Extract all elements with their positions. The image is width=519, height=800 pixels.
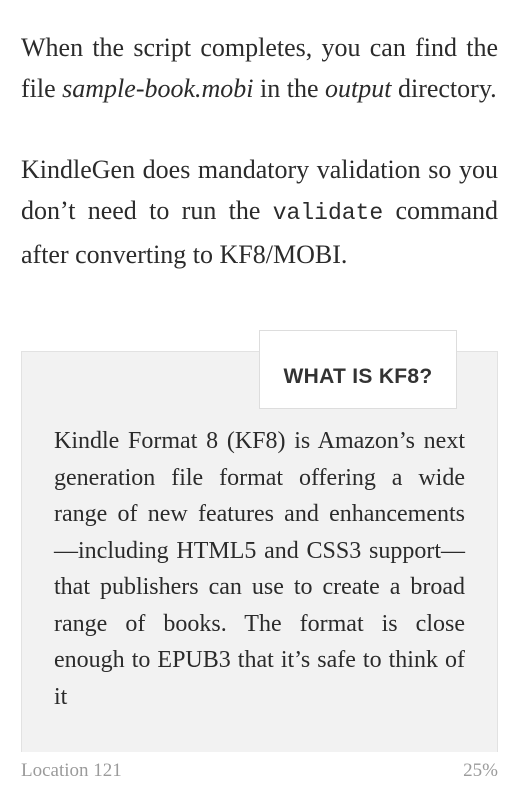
page-content: When the script completes, you can find …: [21, 0, 498, 752]
text-run: directory.: [391, 74, 497, 103]
ebook-reader-page: When the script completes, you can find …: [0, 0, 519, 800]
paragraph-script-completes: When the script completes, you can find …: [21, 0, 498, 109]
reader-status-bar: Location 121 25%: [0, 752, 519, 800]
sidebar-heading-label: WHAT IS KF8?: [283, 364, 433, 388]
sidebar-body-text: Kindle Format 8 (KF8) is Amazon’s next g…: [54, 428, 465, 710]
code-validate: validate: [272, 200, 384, 226]
italic-directory: output: [325, 74, 392, 103]
progress-percent-indicator[interactable]: 25%: [463, 760, 498, 782]
sidebar-heading-box: WHAT IS KF8?: [259, 330, 457, 409]
status-bar-inner: Location 121 25%: [21, 760, 498, 782]
location-indicator[interactable]: Location 121: [21, 760, 122, 782]
text-run: in the: [253, 74, 326, 103]
italic-filename: sample-book.mobi: [62, 74, 254, 103]
paragraph-kindlegen-validation: KindleGen does mandatory validation so y…: [21, 109, 498, 275]
